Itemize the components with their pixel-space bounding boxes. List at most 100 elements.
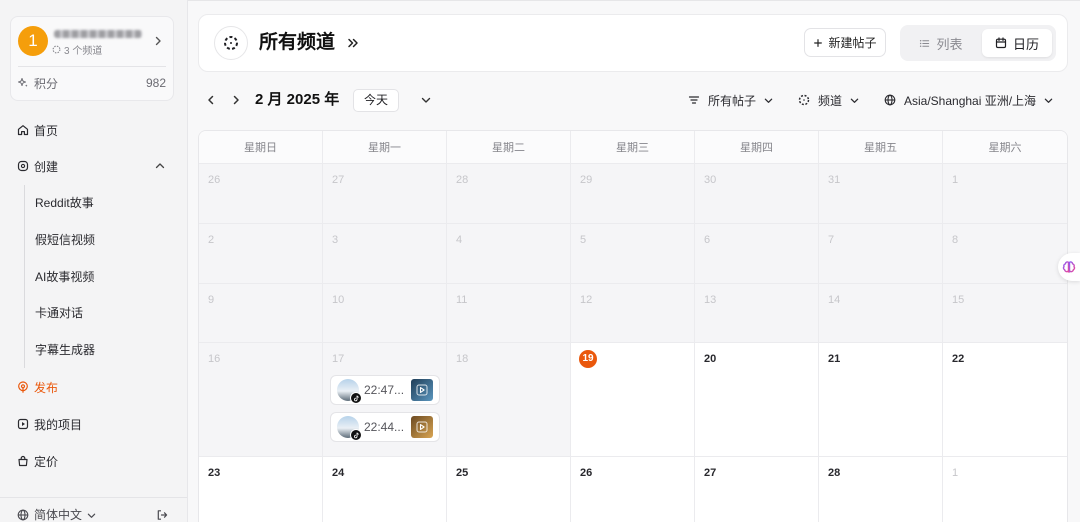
scheduled-post[interactable]: 22:47... — [330, 375, 440, 405]
day-cell[interactable]: 21 — [819, 342, 943, 456]
channel-filter-dropdown[interactable]: 频道 — [798, 91, 859, 109]
chevron-down-icon — [764, 98, 773, 103]
chevron-down-icon[interactable] — [421, 95, 431, 105]
day-cell[interactable]: 10 — [323, 283, 447, 342]
nav-home[interactable]: 首页 — [0, 117, 187, 143]
submenu-cartoon-dialogue[interactable]: 卡通对话 — [25, 300, 175, 326]
chevron-left-icon[interactable] — [206, 95, 216, 105]
calendar-icon — [995, 37, 1007, 49]
day-cell[interactable]: 1 — [943, 163, 1067, 223]
day-cell[interactable]: 3 — [323, 223, 447, 283]
play-icon — [416, 384, 428, 396]
chevron-up-icon[interactable] — [155, 161, 165, 171]
today-button[interactable]: 今天 — [353, 89, 399, 112]
day-cell[interactable]: 17 22:47... 22:44... — [323, 342, 447, 456]
day-cell[interactable]: 4 — [447, 223, 571, 283]
globe-icon — [17, 509, 29, 521]
weekday-header: 星期日 — [199, 131, 323, 163]
weekday-header: 星期三 — [571, 131, 695, 163]
day-cell[interactable]: 24 — [323, 456, 447, 522]
scheduled-post[interactable]: 22:44... — [330, 412, 440, 442]
double-chevron-right-icon[interactable] — [347, 37, 359, 49]
user-name-redacted — [54, 30, 142, 38]
day-cell[interactable]: 26 — [199, 163, 323, 223]
day-cell[interactable]: 8 — [943, 223, 1067, 283]
chevron-down-icon — [1044, 98, 1053, 103]
day-number: 28 — [828, 467, 841, 479]
timezone-dropdown[interactable]: Asia/Shanghai 亚洲/上海 — [884, 91, 1053, 109]
day-cell[interactable]: 12 — [571, 283, 695, 342]
day-cell[interactable]: 14 — [819, 283, 943, 342]
day-cell[interactable]: 9 — [199, 283, 323, 342]
day-number: 1 — [952, 467, 959, 479]
day-cell[interactable]: 28 — [819, 456, 943, 522]
view-toggle: 列表 日历 — [900, 25, 1056, 61]
nav-pricing[interactable]: 定价 — [0, 448, 187, 474]
day-number: 8 — [952, 234, 959, 246]
sidebar: 1 3 个频道 积分 982 首页 创建 Reddit故事 假短信视频 AI故事… — [0, 0, 188, 522]
chevron-right-icon[interactable] — [231, 95, 241, 105]
account-card[interactable]: 1 3 个频道 积分 982 — [10, 16, 174, 101]
day-number: 10 — [332, 294, 345, 306]
nav-publish[interactable]: 发布 — [0, 374, 187, 400]
day-cell[interactable]: 6 — [695, 223, 819, 283]
day-cell[interactable]: 7 — [819, 223, 943, 283]
day-number: 9 — [208, 294, 215, 306]
day-cell[interactable]: 2 — [199, 223, 323, 283]
language-selector[interactable]: 简体中文 — [17, 508, 96, 522]
calendar-grid: 星期日 星期一 星期二 星期三 星期四 星期五 星期六 26 27 28 29 30 31 1 2 3 4 5 6 7… — [198, 130, 1068, 522]
day-cell[interactable]: 27 — [695, 456, 819, 522]
day-cell[interactable]: 27 — [323, 163, 447, 223]
timezone-label: Asia/Shanghai 亚洲/上海 — [904, 93, 1037, 108]
weekday-header: 星期二 — [447, 131, 571, 163]
day-cell[interactable]: 22 — [943, 342, 1067, 456]
day-number: 15 — [952, 294, 965, 306]
divider — [18, 66, 166, 67]
day-number: 27 — [704, 467, 717, 479]
day-number: 31 — [828, 174, 841, 186]
nav-pricing-label: 定价 — [34, 454, 59, 469]
day-cell[interactable]: 26 — [571, 456, 695, 522]
day-number: 28 — [456, 174, 469, 186]
user-avatar: 1 — [18, 26, 48, 56]
nav-my-projects[interactable]: 我的项目 — [0, 411, 187, 437]
ai-assistant-button[interactable] — [1058, 253, 1080, 281]
day-cell[interactable]: 31 — [819, 163, 943, 223]
view-calendar-button[interactable]: 日历 — [982, 29, 1052, 57]
submenu-reddit-story[interactable]: Reddit故事 — [25, 190, 175, 216]
day-cell[interactable]: 28 — [447, 163, 571, 223]
new-post-button[interactable]: 新建帖子 — [804, 28, 886, 57]
day-cell[interactable]: 19 — [571, 342, 695, 456]
submenu-ai-story-video[interactable]: AI故事视频 — [25, 264, 175, 290]
nav-create[interactable]: 创建 — [0, 153, 187, 179]
day-cell[interactable]: 18 — [447, 342, 571, 456]
day-cell[interactable]: 16 — [199, 342, 323, 456]
video-thumbnail — [411, 416, 433, 438]
chevron-right-icon[interactable] — [153, 36, 163, 46]
day-cell[interactable]: 23 — [199, 456, 323, 522]
day-cell[interactable]: 30 — [695, 163, 819, 223]
day-cell[interactable]: 29 — [571, 163, 695, 223]
day-number: 6 — [704, 234, 711, 246]
day-number: 26 — [208, 174, 221, 186]
day-number: 5 — [580, 234, 587, 246]
post-filter-dropdown[interactable]: 所有帖子 — [688, 91, 773, 109]
day-number: 25 — [456, 467, 469, 479]
day-number: 17 — [332, 353, 345, 365]
logout-icon[interactable] — [156, 509, 168, 521]
day-cell[interactable]: 11 — [447, 283, 571, 342]
weekday-header: 星期六 — [943, 131, 1067, 163]
view-list-button[interactable]: 列表 — [904, 29, 978, 57]
day-cell[interactable]: 1 — [943, 456, 1067, 522]
day-cell[interactable]: 5 — [571, 223, 695, 283]
submenu-subtitle-generator[interactable]: 字幕生成器 — [25, 337, 175, 363]
page-header: 所有频道 新建帖子 列表 日历 — [198, 14, 1068, 72]
day-number: 23 — [208, 467, 221, 479]
current-month: 2 月 2025 年 — [255, 91, 340, 108]
day-cell[interactable]: 13 — [695, 283, 819, 342]
day-cell[interactable]: 20 — [695, 342, 819, 456]
day-cell[interactable]: 25 — [447, 456, 571, 522]
day-cell[interactable]: 15 — [943, 283, 1067, 342]
home-icon — [17, 125, 29, 136]
submenu-fake-text-video[interactable]: 假短信视频 — [25, 227, 175, 253]
